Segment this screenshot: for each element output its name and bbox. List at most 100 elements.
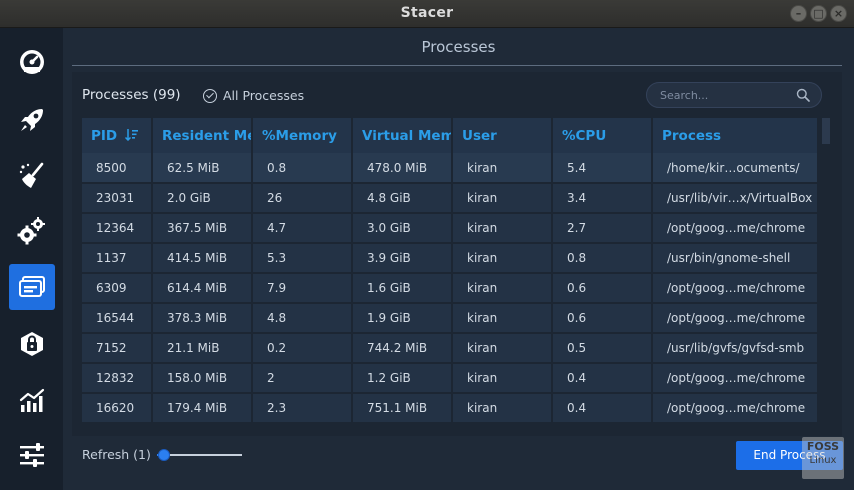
column-header-cpu-percent[interactable]: %CPU xyxy=(552,118,653,153)
table-cell: /opt/goog…me/chrome xyxy=(652,363,818,394)
table-cell: 478.0 MiB xyxy=(352,153,453,184)
table-cell: 179.4 MiB xyxy=(152,393,253,424)
sort-descending-icon xyxy=(125,128,139,141)
table-cell: 744.2 MiB xyxy=(352,333,453,364)
table-cell: /home/kir…ocuments/ xyxy=(652,153,818,184)
broom-icon xyxy=(19,162,44,188)
table-cell: 2.3 xyxy=(252,393,353,424)
table-cell: 378.3 MiB xyxy=(152,303,253,334)
sidebar-item-resources[interactable] xyxy=(9,378,55,424)
column-header-virtual-memory[interactable]: Virtual Mem xyxy=(352,118,453,153)
table-cell: 0.6 xyxy=(552,303,653,334)
table-cell: /opt/goog…me/chrome xyxy=(652,273,818,304)
all-processes-checkbox[interactable]: All Processes xyxy=(203,88,304,103)
table-cell: 3.4 xyxy=(552,183,653,214)
table-cell: 614.4 MiB xyxy=(152,273,253,304)
search-icon[interactable] xyxy=(796,88,810,102)
refresh-label: Refresh (1) xyxy=(82,447,151,462)
table-cell: /usr/lib/gvfs/gvfsd-smb xyxy=(652,333,818,364)
rocket-icon xyxy=(21,109,43,131)
table-cell: /usr/bin/gnome-shell xyxy=(652,243,818,274)
title-bar: Stacer – □ × xyxy=(0,0,854,28)
table-cell: 414.5 MiB xyxy=(152,243,253,274)
table-cell: 2.7 xyxy=(552,213,653,244)
table-cell: kiran xyxy=(452,213,553,244)
table-cell: 62.5 MiB xyxy=(152,153,253,184)
all-processes-label: All Processes xyxy=(223,88,305,103)
table-cell: 0.4 xyxy=(552,363,653,394)
table-cell: kiran xyxy=(452,273,553,304)
check-circle-icon xyxy=(203,88,217,103)
search-input[interactable] xyxy=(660,86,790,104)
table-cell: kiran xyxy=(452,303,553,334)
table-cell: 21.1 MiB xyxy=(152,333,253,364)
table-cell: 12832 xyxy=(82,363,153,394)
table-cell: /opt/goog…me/chrome xyxy=(652,303,818,334)
table-cell: kiran xyxy=(452,363,553,394)
sidebar-item-settings[interactable] xyxy=(9,432,55,478)
slider-handle[interactable] xyxy=(158,449,170,461)
table-cell: kiran xyxy=(452,153,553,184)
table-cell: 0.4 xyxy=(552,393,653,424)
column-header-resident-memory[interactable]: Resident Me xyxy=(152,118,253,153)
sidebar-item-processes[interactable] xyxy=(9,264,55,310)
close-icon: × xyxy=(833,7,844,20)
table-cell: 7152 xyxy=(82,333,153,364)
table-cell: 23031 xyxy=(82,183,153,214)
table-row[interactable]: 12832 158.0 MiB 2 1.2 GiB kiran 0.4/opt/goog…… xyxy=(82,363,818,394)
sidebar-item-cleaner[interactable] xyxy=(9,153,55,199)
minimize-button[interactable]: – xyxy=(790,5,807,22)
table-cell: 1.6 GiB xyxy=(352,273,453,304)
process-table-container: PID Resident Me %Memory Virtual Mem User… xyxy=(82,118,818,432)
table-cell: kiran xyxy=(452,243,553,274)
table-cell: 7.9 xyxy=(252,273,353,304)
sidebar-item-dashboard[interactable] xyxy=(9,39,55,85)
table-row[interactable]: 16620 179.4 MiB 2.3 751.1 MiB kiran 0.4/opt/g… xyxy=(82,393,818,424)
table-cell: 3.0 GiB xyxy=(352,213,453,244)
table-row[interactable]: 12364 367.5 MiB 4.7 3.0 GiB kiran 2.7/opt/goo… xyxy=(82,213,818,244)
table-cell: 8500 xyxy=(82,153,153,184)
table-cell: 4.7 xyxy=(252,213,353,244)
column-header-pid[interactable]: PID xyxy=(82,118,153,153)
app-window: Stacer – □ × Processes Processes (99) Al… xyxy=(0,0,854,490)
table-row[interactable]: 6309 614.4 MiB 7.9 1.6 GiB kiran 0.6/opt/goog… xyxy=(82,273,818,304)
table-cell: 0.8 xyxy=(552,243,653,274)
column-header-process[interactable]: Process xyxy=(652,118,818,153)
table-row[interactable]: 23031 2.0 GiB 26 4.8 GiB kiran 3.4/usr/lib/vi… xyxy=(82,183,818,214)
table-cell: 751.1 MiB xyxy=(352,393,453,424)
table-cell: 1137 xyxy=(82,243,153,274)
sidebar-item-services[interactable] xyxy=(9,208,55,254)
table-cell: 0.6 xyxy=(552,273,653,304)
column-header-memory-percent[interactable]: %Memory xyxy=(252,118,353,153)
table-cell: 0.5 xyxy=(552,333,653,364)
window-title: Stacer xyxy=(400,5,454,21)
main-content: Processes Processes (99) All Processes S… xyxy=(63,28,854,490)
search-box xyxy=(646,82,822,108)
table-cell: /usr/lib/vir…x/VirtualBox xyxy=(652,183,818,214)
refresh-slider[interactable] xyxy=(157,448,242,462)
table-row[interactable]: 8500 62.5 MiB 0.8 478.0 MiB kiran 5.4/home/ki… xyxy=(82,153,818,184)
table-cell: /opt/goog…me/chrome xyxy=(652,213,818,244)
sidebar xyxy=(0,28,63,490)
table-row[interactable]: 1137 414.5 MiB 5.3 3.9 GiB kiran 0.8/usr/bin/… xyxy=(82,243,818,274)
close-button[interactable]: × xyxy=(830,5,847,22)
maximize-button[interactable]: □ xyxy=(810,5,827,22)
table-cell: 6309 xyxy=(82,273,153,304)
maximize-icon: □ xyxy=(813,7,824,20)
table-cell: 16544 xyxy=(82,303,153,334)
minimize-icon: – xyxy=(795,7,802,20)
table-cell: 3.9 GiB xyxy=(352,243,453,274)
table-cell: 2.0 GiB xyxy=(152,183,253,214)
watermark-logo: FOSS Linux xyxy=(802,437,844,479)
table-cell: 5.3 xyxy=(252,243,353,274)
table-row[interactable]: 7152 21.1 MiB 0.2 744.2 MiB kiran 0.5/usr/lib… xyxy=(82,333,818,364)
sidebar-item-uninstaller[interactable] xyxy=(9,321,55,367)
table-scrollbar[interactable] xyxy=(822,118,830,144)
sliders-icon xyxy=(20,443,44,467)
table-cell: 5.4 xyxy=(552,153,653,184)
column-header-user[interactable]: User xyxy=(452,118,553,153)
table-row[interactable]: 16544 378.3 MiB 4.8 1.9 GiB kiran 0.6/opt/goo… xyxy=(82,303,818,334)
page-title: Processes xyxy=(421,38,496,56)
table-cell: 0.8 xyxy=(252,153,353,184)
sidebar-item-startup[interactable] xyxy=(9,97,55,143)
